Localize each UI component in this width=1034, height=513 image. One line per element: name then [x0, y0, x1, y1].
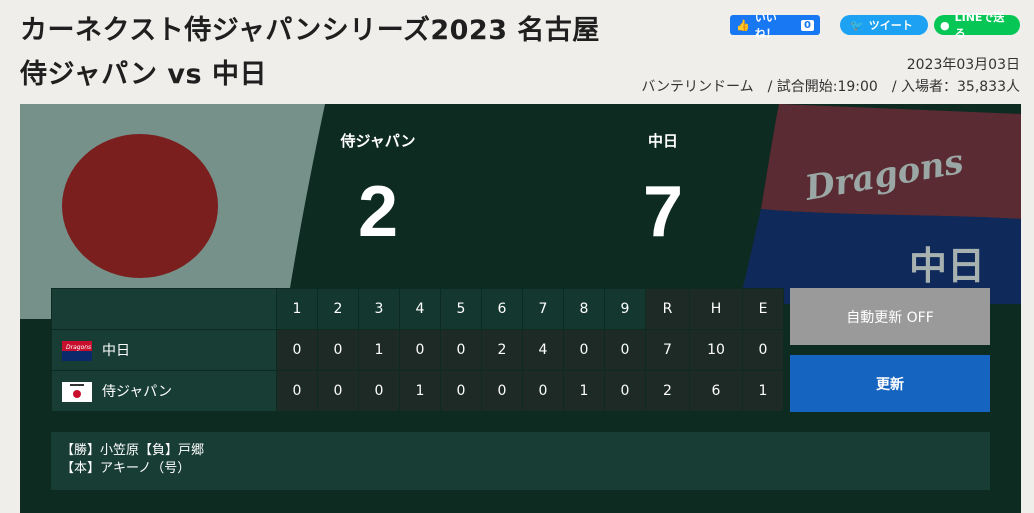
header-cell: 5 [440, 288, 482, 330]
tweet-label: ツイート [868, 19, 913, 32]
inning-cell: 0 [604, 329, 646, 371]
home-run-result: 【本】アキーノ（号） [61, 461, 191, 476]
japan-flag-image [20, 104, 325, 319]
inning-cell: 0 [358, 370, 400, 412]
team-cell: 侍ジャパン [51, 370, 277, 412]
errors-cell: 0 [742, 329, 784, 371]
dragons-flag-image: Dragons 中日 [739, 104, 1021, 304]
refresh-button[interactable]: 更新 [790, 355, 990, 412]
header-cell: 9 [604, 288, 646, 330]
table-row: 侍ジャパン 0 0 0 1 0 0 0 1 0 2 6 1 [51, 370, 784, 412]
inning-cell: 0 [440, 370, 482, 412]
team-name: 侍ジャパン [102, 383, 172, 400]
pitcher-result: 【勝】小笠原【負】戸郷 [61, 443, 205, 458]
inning-cell: 1 [399, 370, 441, 412]
game-date: 2023年03月03日 [906, 57, 1020, 73]
home-team-score: 2 [357, 172, 399, 252]
twitter-tweet-button[interactable]: 🐦 ツイート [840, 15, 928, 35]
svg-text:Dragons: Dragons [66, 344, 91, 351]
inning-cell: 0 [481, 370, 523, 412]
runs-cell: 7 [645, 329, 690, 371]
auto-refresh-toggle-button[interactable]: 自動更新 OFF [790, 288, 990, 345]
inning-cell: 0 [563, 329, 605, 371]
inning-cell: 0 [440, 329, 482, 371]
header-cell: 4 [399, 288, 441, 330]
header-cell-runs: R [645, 288, 690, 330]
team-name: 中日 [102, 342, 130, 359]
inning-cell: 0 [399, 329, 441, 371]
dragons-banner-text: 中日 [909, 244, 985, 288]
away-team-name: 中日 [647, 132, 678, 150]
hits-cell: 10 [689, 329, 743, 371]
samurai-japan-logo-icon [62, 381, 92, 402]
line-icon: ● [940, 18, 950, 32]
header-cell: 1 [276, 288, 318, 330]
header-cell: 7 [522, 288, 564, 330]
inning-cell: 0 [317, 370, 359, 412]
scoreboard: Dragons 中日 侍ジャパン 中日 2 7 1 2 3 4 5 6 7 8 … [20, 104, 1021, 513]
runs-cell: 2 [645, 370, 690, 412]
away-team-score: 7 [642, 172, 684, 252]
team-cell: Dragons 中日 [51, 329, 277, 371]
inning-cell: 0 [604, 370, 646, 412]
dragons-logo-icon: Dragons [62, 340, 92, 361]
inning-cell: 0 [522, 370, 564, 412]
line-share-button[interactable]: ● LINEで送る [934, 11, 1020, 40]
linescore-header-row: 1 2 3 4 5 6 7 8 9 R H E [51, 288, 784, 330]
header-cell: 6 [481, 288, 523, 330]
facebook-like-label: いいね！ [754, 11, 777, 40]
linescore-table: 1 2 3 4 5 6 7 8 9 R H E Dragons 中日 0 0 1… [51, 288, 784, 412]
header-cell-hits: H [689, 288, 743, 330]
thumbs-up-icon: 👍 [736, 18, 750, 32]
line-share-label: LINEで送る [954, 11, 1005, 40]
header-cell: 2 [317, 288, 359, 330]
header-cell: 8 [563, 288, 605, 330]
inning-cell: 2 [481, 329, 523, 371]
inning-cell: 0 [276, 329, 318, 371]
inning-cell: 4 [522, 329, 564, 371]
game-info: バンテリンドーム / 試合開始:19:00 / 入場者：35,833人 [641, 79, 1020, 95]
twitter-bird-icon: 🐦 [850, 18, 864, 32]
facebook-like-button[interactable]: 👍 いいね！ 0 [730, 11, 820, 40]
table-row: Dragons 中日 0 0 1 0 0 2 4 0 0 7 10 0 [51, 329, 784, 371]
facebook-like-count: 0 [801, 19, 814, 31]
header-cell-errors: E [742, 288, 784, 330]
page-title: カーネクスト侍ジャパンシリーズ2023 名古屋 [20, 15, 600, 46]
inning-cell: 1 [563, 370, 605, 412]
inning-cell: 0 [276, 370, 318, 412]
hits-cell: 6 [689, 370, 743, 412]
home-team-name: 侍ジャパン [340, 132, 416, 150]
game-result-summary: 【勝】小笠原【負】戸郷 【本】アキーノ（号） [51, 432, 990, 490]
inning-cell: 0 [317, 329, 359, 371]
errors-cell: 1 [742, 370, 784, 412]
header-cell: 3 [358, 288, 400, 330]
inning-cell: 1 [358, 329, 400, 371]
matchup-title: 侍ジャパン vs 中日 [20, 59, 267, 90]
team-column-header [51, 288, 277, 330]
